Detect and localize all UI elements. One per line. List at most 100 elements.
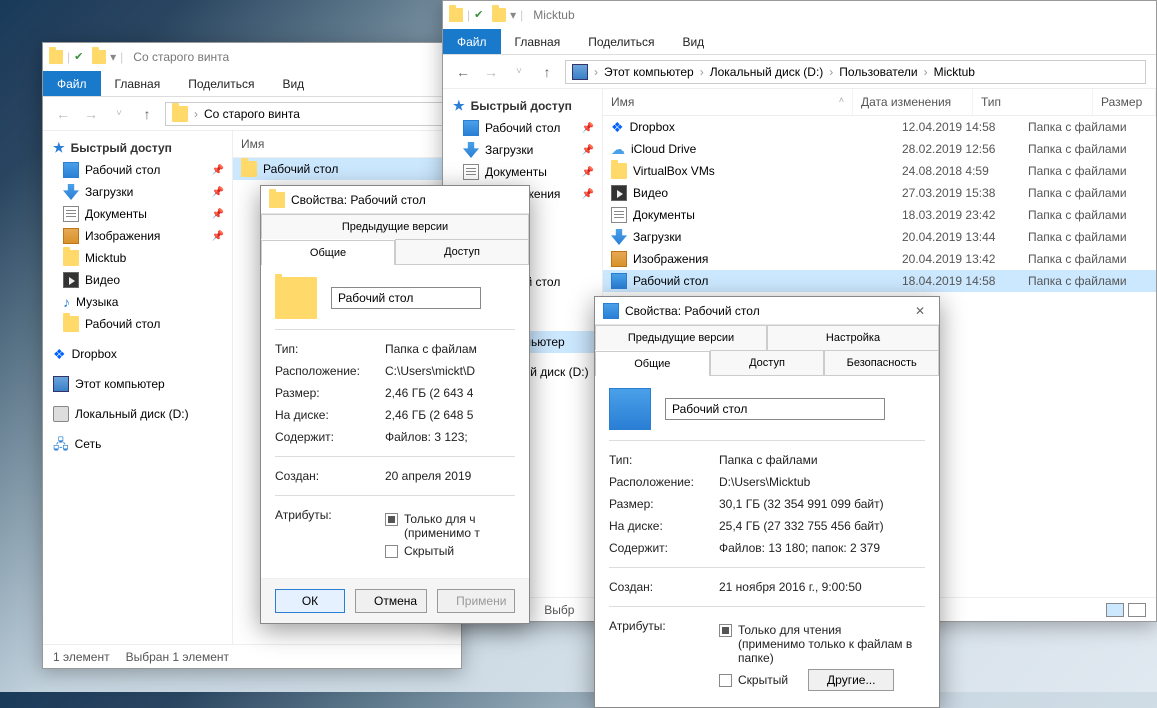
sidebar-disk[interactable]: Локальный диск (D:) xyxy=(43,403,232,425)
folder-qat-icon[interactable] xyxy=(92,50,106,64)
sidebar-item-desktop2[interactable]: Рабочий стол xyxy=(43,313,232,335)
folder-name-input[interactable] xyxy=(331,287,481,309)
tab-prev-versions[interactable]: Предыдущие версии xyxy=(261,214,529,239)
music-icon: ♪ xyxy=(63,294,70,310)
sidebar-item-video[interactable]: Видео xyxy=(43,269,232,291)
column-headers: Имя˄ Дата изменения Тип Размер xyxy=(603,89,1156,116)
folder-name-input[interactable] xyxy=(665,398,885,420)
pin-icon: 📌 xyxy=(582,167,594,178)
checkbox-icon xyxy=(719,624,732,637)
tab-general[interactable]: Общие xyxy=(261,240,395,265)
file-row[interactable]: Загрузки 20.04.2019 13:44 Папка с файлам… xyxy=(603,226,1156,248)
back-button[interactable]: ← xyxy=(453,64,473,80)
file-row[interactable]: VirtualBox VMs 24.08.2018 4:59 Папка с ф… xyxy=(603,160,1156,182)
column-type[interactable]: Тип xyxy=(973,89,1093,115)
forward-button[interactable]: → xyxy=(81,106,101,122)
breadcrumb-item[interactable]: Со старого винта xyxy=(204,107,300,121)
apply-button[interactable]: Примени xyxy=(437,589,515,613)
pin-icon: 📌 xyxy=(582,145,594,156)
check-icon[interactable]: ✔ xyxy=(474,8,488,22)
created-value: 21 ноября 2016 г., 9:00:50 xyxy=(719,580,925,594)
ribbon: Файл Главная Поделиться Вид xyxy=(43,71,461,97)
check-icon[interactable]: ✔ xyxy=(74,50,88,64)
document-icon xyxy=(463,164,479,180)
titlebar: | ✔ ▾ | Со старого винта xyxy=(43,43,461,71)
back-button[interactable]: ← xyxy=(53,106,73,122)
pin-icon: 📌 xyxy=(212,165,224,176)
view-details-button[interactable] xyxy=(1106,603,1124,617)
props-title: Свойства: Рабочий стол xyxy=(625,304,760,318)
navbar: ← → ˅ ↑ › Этот компьютер› Локальный диск… xyxy=(443,55,1156,89)
sidebar-dropbox[interactable]: ❖Dropbox xyxy=(43,343,232,365)
up-button[interactable]: ↑ xyxy=(537,64,557,80)
view-tab[interactable]: Вид xyxy=(268,71,318,96)
history-button[interactable]: ˅ xyxy=(109,108,129,119)
sidebar-computer[interactable]: Этот компьютер xyxy=(43,373,232,395)
view-tab[interactable]: Вид xyxy=(668,29,718,54)
contains-value: Файлов: 13 180; папок: 2 379 xyxy=(719,541,925,555)
type-value: Папка с файлам xyxy=(385,342,515,356)
home-tab[interactable]: Главная xyxy=(101,71,175,96)
sidebar-item-downloads[interactable]: Загрузки📌 xyxy=(43,181,232,203)
tab-customize[interactable]: Настройка xyxy=(767,325,939,350)
forward-button[interactable]: → xyxy=(481,64,501,80)
sidebar-item-documents[interactable]: Документы📌 xyxy=(443,161,602,183)
file-row[interactable]: Изображения 20.04.2019 13:42 Папка с фай… xyxy=(603,248,1156,270)
star-icon: ★ xyxy=(453,98,465,114)
readonly-checkbox[interactable]: Только для чтения(применимо только к фай… xyxy=(719,623,925,665)
tab-security[interactable]: Безопасность xyxy=(824,350,939,375)
readonly-checkbox[interactable]: Только для ч(применимо т xyxy=(385,512,515,540)
hidden-checkbox[interactable]: Скрытый xyxy=(719,673,788,687)
size-value: 30,1 ГБ (32 354 991 099 байт) xyxy=(719,497,925,511)
file-tab[interactable]: Файл xyxy=(43,71,101,96)
sidebar-item-downloads[interactable]: Загрузки📌 xyxy=(443,139,602,161)
column-size[interactable]: Размер xyxy=(1093,89,1156,115)
created-value: 20 апреля 2019 xyxy=(385,469,515,483)
tab-sharing[interactable]: Доступ xyxy=(395,239,529,264)
tab-general[interactable]: Общие xyxy=(595,351,710,376)
history-button[interactable]: ˅ xyxy=(509,66,529,77)
breadcrumb-item[interactable]: Локальный диск (D:) xyxy=(710,65,824,79)
hidden-checkbox[interactable]: Скрытый xyxy=(385,544,515,558)
quick-access[interactable]: ★Быстрый доступ xyxy=(443,95,602,117)
tab-prev-versions[interactable]: Предыдущие версии xyxy=(595,325,767,350)
file-row[interactable]: Рабочий стол 18.04.2019 14:58 Папка с фа… xyxy=(603,270,1156,292)
share-tab[interactable]: Поделиться xyxy=(174,71,268,96)
sidebar-item-micktub[interactable]: Micktub xyxy=(43,247,232,269)
file-row[interactable]: Документы 18.03.2019 23:42 Папка с файла… xyxy=(603,204,1156,226)
file-name: Видео xyxy=(633,186,668,200)
document-icon xyxy=(611,207,627,223)
file-row[interactable]: Видео 27.03.2019 15:38 Папка с файлами xyxy=(603,182,1156,204)
breadcrumb-item[interactable]: Пользователи xyxy=(839,65,917,79)
tab-sharing[interactable]: Доступ xyxy=(710,350,825,375)
ok-button[interactable]: ОК xyxy=(275,589,345,613)
sidebar-network[interactable]: 🖧Сеть xyxy=(43,433,232,455)
home-tab[interactable]: Главная xyxy=(501,29,575,54)
desktop-icon xyxy=(463,120,479,136)
breadcrumb[interactable]: › Этот компьютер› Локальный диск (D:)› П… xyxy=(565,60,1146,84)
file-row[interactable]: ☁iCloud Drive 28.02.2019 12:56 Папка с ф… xyxy=(603,138,1156,160)
close-button[interactable]: ✕ xyxy=(909,304,931,318)
view-large-button[interactable] xyxy=(1128,603,1146,617)
sidebar-item-documents[interactable]: Документы📌 xyxy=(43,203,232,225)
cancel-button[interactable]: Отмена xyxy=(355,589,427,613)
desktop-icon xyxy=(611,273,627,289)
column-date[interactable]: Дата изменения xyxy=(853,89,973,115)
column-name[interactable]: Имя xyxy=(233,131,461,157)
file-row[interactable]: ❖Dropbox 12.04.2019 14:58 Папка с файлам… xyxy=(603,116,1156,138)
share-tab[interactable]: Поделиться xyxy=(574,29,668,54)
sidebar-item-pictures[interactable]: Изображения📌 xyxy=(43,225,232,247)
quick-access[interactable]: ★Быстрый доступ xyxy=(43,137,232,159)
breadcrumb-item[interactable]: Этот компьютер xyxy=(604,65,694,79)
sidebar-item-music[interactable]: ♪Музыка xyxy=(43,291,232,313)
sidebar-item-desktop[interactable]: Рабочий стол📌 xyxy=(43,159,232,181)
up-button[interactable]: ↑ xyxy=(137,106,157,122)
folder-qat-icon[interactable] xyxy=(492,8,506,22)
sidebar-item-desktop[interactable]: Рабочий стол📌 xyxy=(443,117,602,139)
other-button[interactable]: Другие... xyxy=(808,669,894,691)
breadcrumb[interactable]: › Со старого винта xyxy=(165,102,451,126)
file-row[interactable]: Рабочий стол xyxy=(233,158,461,180)
breadcrumb-item[interactable]: Micktub xyxy=(934,65,975,79)
column-name[interactable]: Имя˄ xyxy=(603,89,853,115)
file-tab[interactable]: Файл xyxy=(443,29,501,54)
